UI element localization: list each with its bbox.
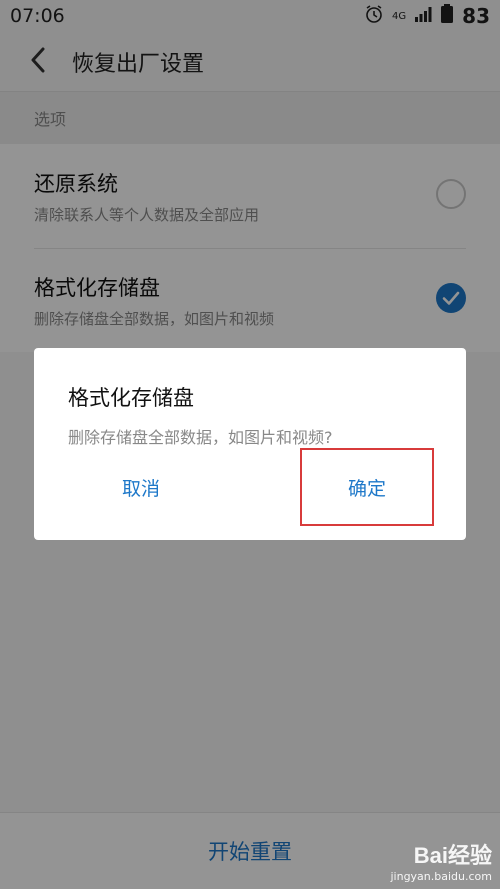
dialog-message: 删除存储盘全部数据，如图片和视频? <box>68 428 333 447</box>
watermark-brand: Bai经验 <box>413 843 492 868</box>
cancel-button[interactable]: 取消 <box>74 448 208 526</box>
dialog-title: 格式化存储盘 <box>68 386 194 410</box>
confirm-button[interactable]: 确定 <box>300 448 434 526</box>
confirm-dialog: 格式化存储盘 删除存储盘全部数据，如图片和视频? 取消 确定 <box>34 348 466 540</box>
watermark-url: jingyan.baidu.com <box>390 870 492 883</box>
watermark: Bai经验 jingyan.baidu.com <box>390 838 492 883</box>
